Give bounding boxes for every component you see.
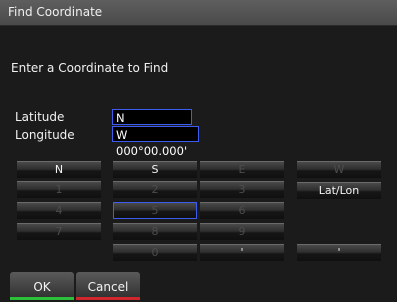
- key-3[interactable]: 3: [200, 181, 284, 198]
- key-e[interactable]: E: [200, 161, 284, 178]
- lat-lon-toggle-button[interactable]: Lat/Lon: [297, 182, 381, 199]
- key-5[interactable]: 5: [113, 202, 197, 219]
- key-s[interactable]: S: [113, 161, 197, 178]
- key-n[interactable]: N: [17, 161, 101, 178]
- ok-button[interactable]: OK: [10, 272, 74, 300]
- title-bar: Find Coordinate: [0, 0, 397, 26]
- key-7[interactable]: 7: [17, 223, 101, 240]
- key-9[interactable]: 9: [200, 223, 284, 240]
- key-6[interactable]: 6: [200, 202, 284, 219]
- key-w[interactable]: W: [297, 161, 381, 178]
- cancel-indicator-bar: [76, 297, 140, 300]
- key-second-mark[interactable]: ': [297, 244, 381, 261]
- cancel-button-label: Cancel: [87, 280, 129, 294]
- key-minute-mark[interactable]: ': [200, 244, 284, 261]
- key-0[interactable]: 0: [113, 244, 197, 261]
- key-4[interactable]: 4: [17, 202, 101, 219]
- longitude-field[interactable]: W 000°00.000': [112, 126, 199, 158]
- latitude-field[interactable]: N 00°00.000': [112, 109, 192, 141]
- ok-indicator-bar: [10, 297, 74, 300]
- key-1[interactable]: 1: [17, 181, 101, 198]
- latitude-label: Latitude: [15, 110, 65, 124]
- ok-button-label: OK: [33, 280, 51, 294]
- key-2[interactable]: 2: [113, 181, 197, 198]
- key-8[interactable]: 8: [113, 223, 197, 240]
- cancel-button[interactable]: Cancel: [76, 272, 140, 300]
- window-title: Find Coordinate: [8, 5, 103, 19]
- longitude-label: Longitude: [15, 128, 75, 142]
- instruction-text: Enter a Coordinate to Find: [11, 61, 169, 75]
